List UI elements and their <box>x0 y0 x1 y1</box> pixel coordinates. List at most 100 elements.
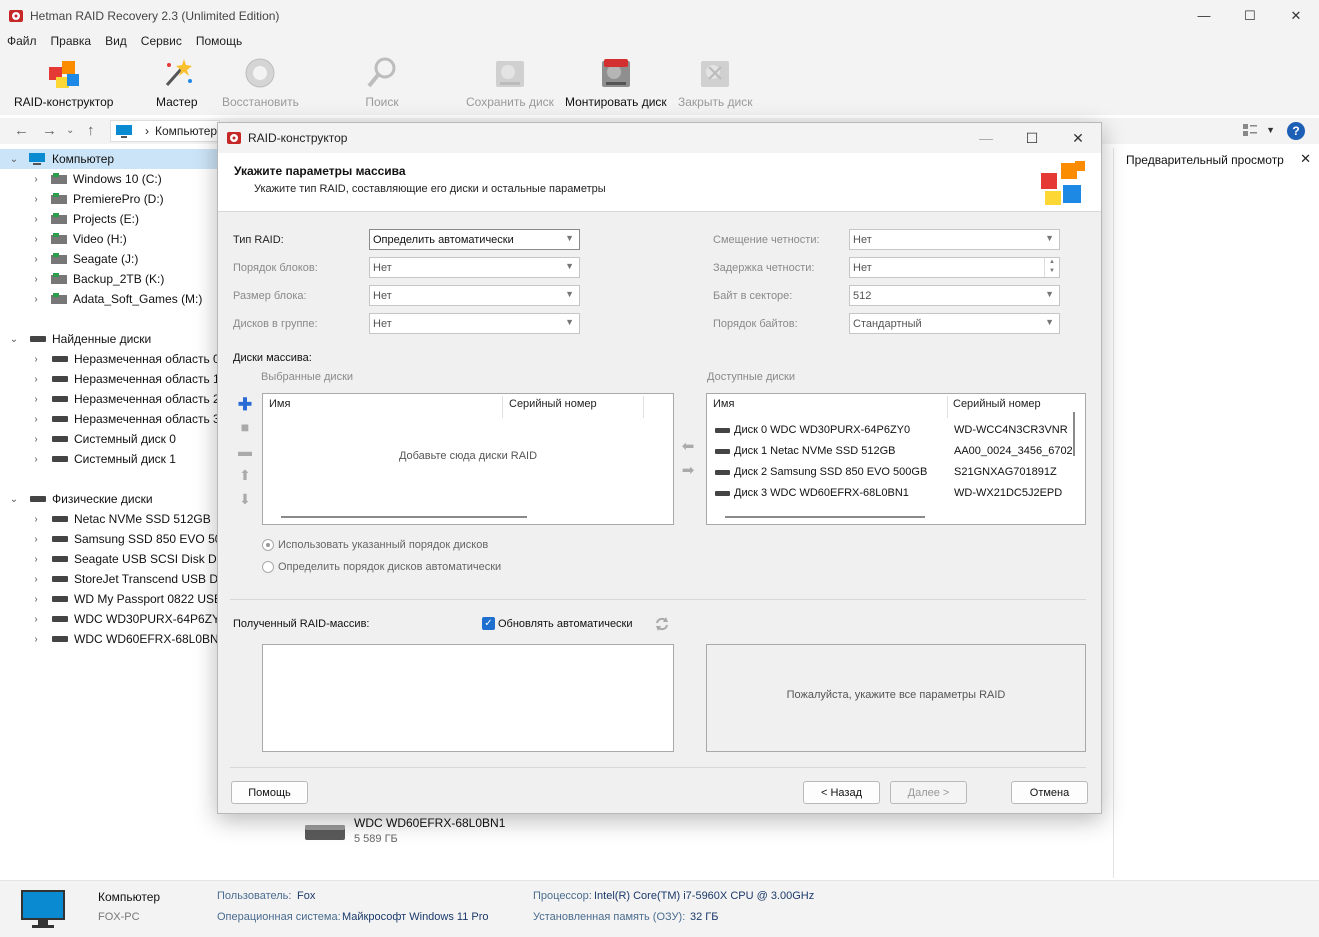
chevron-right-icon[interactable]: › <box>30 294 42 305</box>
dialog-minimize-button[interactable]: — <box>963 123 1009 153</box>
parity-delay-spinner[interactable]: Нет ▲ ▼ <box>849 257 1060 278</box>
tree-item-disk[interactable]: › Неразмеченная область 3 <box>0 409 218 429</box>
chevron-right-icon[interactable]: › <box>30 274 42 285</box>
move-left-arrow-icon[interactable]: ⬅ <box>679 437 697 455</box>
column-header-name[interactable]: Имя <box>269 398 290 410</box>
column-header-serial[interactable]: Серийный номер <box>509 398 597 410</box>
chevron-right-icon[interactable]: › <box>30 214 42 225</box>
block-size-select[interactable]: Нет ▼ <box>369 285 580 306</box>
byte-order-select[interactable]: Стандартный ▼ <box>849 313 1060 334</box>
auto-order-radio[interactable]: Определить порядок дисков автоматически <box>262 561 501 573</box>
disks-in-group-select[interactable]: Нет ▼ <box>369 313 580 334</box>
dialog-close-button[interactable]: ✕ <box>1055 123 1101 153</box>
chevron-right-icon[interactable]: › <box>30 514 42 525</box>
tree-item-disk[interactable]: › Неразмеченная область 1 <box>0 369 218 389</box>
chevron-right-icon[interactable]: › <box>30 454 42 465</box>
raid-type-select[interactable]: Определить автоматически ▼ <box>369 229 580 250</box>
column-header-serial[interactable]: Серийный номер <box>953 398 1041 410</box>
tree-item-volume[interactable]: › Backup_2TB (K:) <box>0 269 164 289</box>
help-button[interactable]: Помощь <box>231 781 308 804</box>
move-up-icon[interactable]: ⬆ <box>236 467 254 484</box>
tree-item-found-disks[interactable]: ⌄ Найденные диски <box>0 329 151 349</box>
restore-button[interactable]: Восстановить <box>222 55 299 109</box>
up-arrow-icon[interactable]: ↑ <box>87 122 95 139</box>
move-down-icon[interactable]: ⬇ <box>236 491 254 508</box>
chevron-right-icon[interactable]: › <box>30 194 42 205</box>
menu-view[interactable]: Вид <box>105 34 127 48</box>
chevron-down-icon[interactable]: ⌄ <box>8 334 20 345</box>
preview-close-icon[interactable]: ✕ <box>1300 151 1311 167</box>
raid-builder-button[interactable]: RAID-конструктор <box>14 55 113 109</box>
chevron-right-icon[interactable]: › <box>30 594 42 605</box>
breadcrumb-computer[interactable]: Компьютер <box>155 124 217 138</box>
tree-item-disk[interactable]: › Неразмеченная область 0 <box>0 349 218 369</box>
history-dropdown-icon[interactable]: ⌄ <box>66 125 74 136</box>
tree-item-disk[interactable]: › StoreJet Transcend USB Device <box>0 569 218 589</box>
menu-service[interactable]: Сервис <box>141 34 182 48</box>
tree-item-disk[interactable]: › Системный диск 1 <box>0 449 176 469</box>
delete-icon[interactable]: ■ <box>236 419 254 435</box>
block-order-select[interactable]: Нет ▼ <box>369 257 580 278</box>
help-icon[interactable]: ? <box>1287 122 1305 140</box>
tree-item-disk[interactable]: › WDC WD30PURX-64P6ZY0 <box>0 609 218 629</box>
tree-item-volume[interactable]: › Video (H:) <box>0 229 126 249</box>
chevron-right-icon[interactable]: › <box>30 254 42 265</box>
dialog-maximize-button[interactable]: ☐ <box>1009 123 1055 153</box>
tree-item-disk[interactable]: › Seagate USB SCSI Disk Device <box>0 549 218 569</box>
tree-item-physical-disks[interactable]: ⌄ Физические диски <box>0 489 153 509</box>
list-item[interactable]: Диск 0 WDC WD30PURX-64P6ZY0 <box>715 421 910 439</box>
maximize-button[interactable]: ☐ <box>1227 0 1273 31</box>
column-header-name[interactable]: Имя <box>713 398 734 410</box>
bytes-per-sector-select[interactable]: 512 ▼ <box>849 285 1060 306</box>
tree-item-volume[interactable]: › Seagate (J:) <box>0 249 138 269</box>
view-mode-icon[interactable] <box>1243 123 1257 137</box>
tree-item-computer[interactable]: ⌄ Компьютер <box>0 149 218 169</box>
list-item[interactable]: Диск 2 Samsung SSD 850 EVO 500GB <box>715 463 927 481</box>
forward-arrow-icon[interactable]: → <box>42 122 57 139</box>
search-button[interactable]: Поиск <box>364 55 400 109</box>
close-button[interactable]: ✕ <box>1273 0 1319 31</box>
cancel-button[interactable]: Отмена <box>1011 781 1088 804</box>
chevron-right-icon[interactable]: › <box>30 434 42 445</box>
tree-item-volume[interactable]: › Projects (E:) <box>0 209 139 229</box>
tree-item-disk[interactable]: › Samsung SSD 850 EVO 500GB <box>0 529 218 549</box>
back-arrow-icon[interactable]: ← <box>14 122 29 139</box>
horizontal-scrollbar[interactable] <box>281 516 527 518</box>
use-specified-order-radio[interactable]: Использовать указанный порядок дисков <box>262 539 488 551</box>
spinner-arrows-icon[interactable]: ▲ ▼ <box>1044 258 1059 277</box>
auto-update-checkbox[interactable]: ✓ Обновлять автоматически <box>482 617 633 630</box>
result-raid-list[interactable] <box>262 644 674 752</box>
list-item[interactable]: Диск 1 Netac NVMe SSD 512GB <box>715 442 895 460</box>
mount-disk-button[interactable]: Монтировать диск <box>565 55 667 109</box>
chevron-right-icon[interactable]: › <box>30 554 42 565</box>
hard-disk-icon[interactable] <box>304 822 346 842</box>
chevron-right-icon[interactable]: › <box>30 394 42 405</box>
chevron-right-icon[interactable]: › <box>30 174 42 185</box>
menu-help[interactable]: Помощь <box>196 34 242 48</box>
tree-item-disk[interactable]: › Netac NVMe SSD 512GB <box>0 509 210 529</box>
wizard-button[interactable]: Мастер <box>156 55 198 109</box>
available-disks-list[interactable]: Имя Серийный номер Диск 0 WDC WD30PURX-6… <box>706 393 1086 525</box>
chevron-down-icon[interactable]: ⌄ <box>8 494 20 505</box>
save-disk-button[interactable]: Сохранить диск <box>466 55 554 109</box>
breadcrumb[interactable]: › Компьютер <box>110 120 220 142</box>
back-button[interactable]: < Назад <box>803 781 880 804</box>
chevron-right-icon[interactable]: › <box>30 414 42 425</box>
chevron-right-icon[interactable]: › <box>30 534 42 545</box>
chevron-right-icon[interactable]: › <box>30 634 42 645</box>
list-item[interactable]: Диск 3 WDC WD60EFRX-68L0BN1 <box>715 484 909 502</box>
selected-disks-list[interactable]: Имя Серийный номер Добавьте сюда диски R… <box>262 393 674 525</box>
tree-item-disk[interactable]: › Неразмеченная область 2 <box>0 389 218 409</box>
parity-offset-select[interactable]: Нет ▼ <box>849 229 1060 250</box>
tree-item-volume[interactable]: › Adata_Soft_Games (M:) <box>0 289 202 309</box>
chevron-right-icon[interactable]: › <box>30 614 42 625</box>
tree-item-volume[interactable]: › Windows 10 (C:) <box>0 169 161 189</box>
chevron-down-icon[interactable]: ⌄ <box>8 154 20 165</box>
minimize-button[interactable]: — <box>1181 0 1227 31</box>
chevron-right-icon[interactable]: › <box>30 234 42 245</box>
horizontal-scrollbar[interactable] <box>725 516 925 518</box>
chevron-right-icon[interactable]: › <box>30 574 42 585</box>
menu-edit[interactable]: Правка <box>51 34 92 48</box>
tree-item-disk[interactable]: › WDC WD60EFRX-68L0BN1 <box>0 629 218 649</box>
chevron-right-icon[interactable]: › <box>30 374 42 385</box>
